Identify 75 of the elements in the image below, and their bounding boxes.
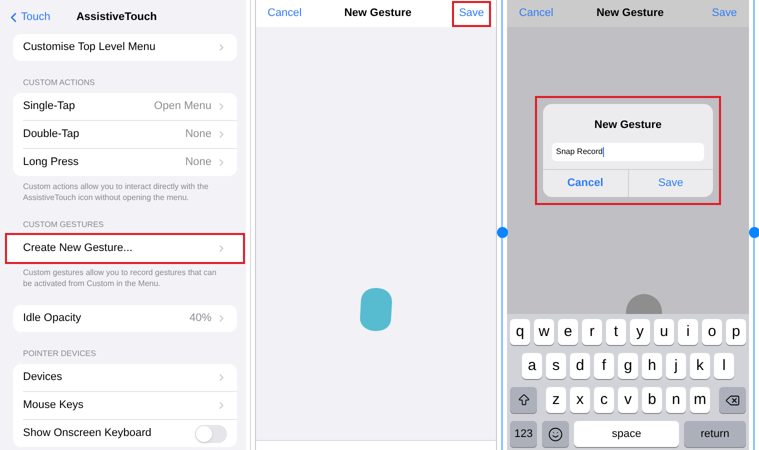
row-value: Open Menu xyxy=(154,99,212,114)
letter-key[interactable]: h xyxy=(642,353,662,379)
cancel-button[interactable]: Cancel xyxy=(268,5,302,22)
numbers-key[interactable]: 123 xyxy=(510,421,538,447)
row-label: Mouse Keys xyxy=(23,398,84,414)
settings-row[interactable]: Mouse Keys xyxy=(13,392,237,420)
letter-key[interactable]: w xyxy=(534,319,554,345)
section-footer: Custom actions allow you to interact directly with the AssistiveTouch icon without opening the menu. xyxy=(23,181,224,203)
letter-key[interactable]: q xyxy=(510,319,530,345)
section-header: CUSTOM ACTIONS xyxy=(23,77,96,89)
selection-handle[interactable] xyxy=(748,227,759,238)
letter-key[interactable]: j xyxy=(666,353,686,379)
selection-handle[interactable] xyxy=(496,227,508,238)
letter-key[interactable]: o xyxy=(702,319,722,345)
backspace-icon xyxy=(725,392,740,408)
settings-row[interactable]: Show Onscreen Keyboard xyxy=(13,420,237,447)
emoji-key[interactable] xyxy=(542,421,570,447)
letter-key[interactable]: f xyxy=(594,353,614,379)
row-label: Devices xyxy=(23,370,62,386)
settings-row[interactable]: Create New Gesture... xyxy=(7,235,243,262)
settings-row[interactable]: Devices xyxy=(13,364,237,392)
settings-row[interactable]: Idle Opacity 40% xyxy=(13,305,237,332)
letter-key[interactable]: t xyxy=(606,319,626,345)
touch-point-icon xyxy=(358,287,393,332)
letter-key[interactable]: u xyxy=(654,319,674,345)
screen-title: New Gesture xyxy=(596,6,664,22)
shift-key[interactable] xyxy=(510,387,538,413)
screen-title: New Gesture xyxy=(344,6,412,22)
settings-row[interactable]: Double-Tap None xyxy=(13,121,237,149)
letter-key[interactable]: d xyxy=(570,353,590,379)
return-key[interactable]: return xyxy=(684,421,746,447)
settings-row[interactable]: Long Press None xyxy=(13,149,237,176)
row-label: Double-Tap xyxy=(23,127,80,142)
letter-key[interactable]: b xyxy=(642,387,662,413)
toggle-switch[interactable] xyxy=(194,424,227,442)
row-label: Long Press xyxy=(23,155,79,170)
row-value: 40% xyxy=(189,311,212,326)
row-label: Create New Gesture... xyxy=(23,241,132,256)
settings-row[interactable]: Single-Tap Open Menu xyxy=(13,93,237,121)
letter-key[interactable]: l xyxy=(714,353,734,379)
letter-key[interactable]: r xyxy=(582,319,602,345)
row-value: None xyxy=(185,155,212,170)
section-footer: Custom gestures allow you to record gestures that can be activated from Custom in the Menu. xyxy=(23,267,224,289)
shift-arrow-icon xyxy=(516,393,531,407)
dimmed-touch-point xyxy=(626,294,662,314)
row-value: None xyxy=(185,127,212,142)
settings-row[interactable]: Customise Top Level Menu xyxy=(13,34,237,61)
letter-key[interactable]: s xyxy=(546,353,566,379)
section-header: CUSTOM GESTURES xyxy=(23,219,105,231)
smiley-icon xyxy=(548,426,564,442)
row-label: Customise Top Level Menu xyxy=(23,40,156,56)
letter-key[interactable]: m xyxy=(690,387,710,413)
letter-key[interactable]: g xyxy=(618,353,638,379)
dialog-title: New Gesture xyxy=(593,118,663,133)
screen-title: AssistiveTouch xyxy=(76,10,157,25)
save-button[interactable]: Save xyxy=(454,2,490,24)
letter-key[interactable]: k xyxy=(690,353,710,379)
row-label: Show Onscreen Keyboard xyxy=(23,426,152,442)
letter-key[interactable]: p xyxy=(726,319,746,345)
back-button[interactable]: Touch xyxy=(6,8,50,26)
row-label: Idle Opacity xyxy=(23,311,82,326)
section-header: POINTER DEVICES xyxy=(23,348,97,360)
letter-key[interactable]: e xyxy=(558,319,578,345)
letter-key[interactable]: z xyxy=(546,387,566,413)
letter-key[interactable]: c xyxy=(594,387,614,413)
space-key[interactable]: space xyxy=(574,421,680,447)
letter-key[interactable]: x xyxy=(570,387,590,413)
row-label: Single-Tap xyxy=(23,99,75,114)
delete-key[interactable] xyxy=(719,387,746,413)
letter-key[interactable]: y xyxy=(630,319,650,345)
letter-key[interactable]: n xyxy=(666,387,686,413)
gesture-name-field[interactable]: Snap Record xyxy=(552,142,704,160)
letter-key[interactable]: i xyxy=(678,319,698,345)
letter-key[interactable]: a xyxy=(522,353,542,379)
letter-key[interactable]: v xyxy=(618,387,638,413)
